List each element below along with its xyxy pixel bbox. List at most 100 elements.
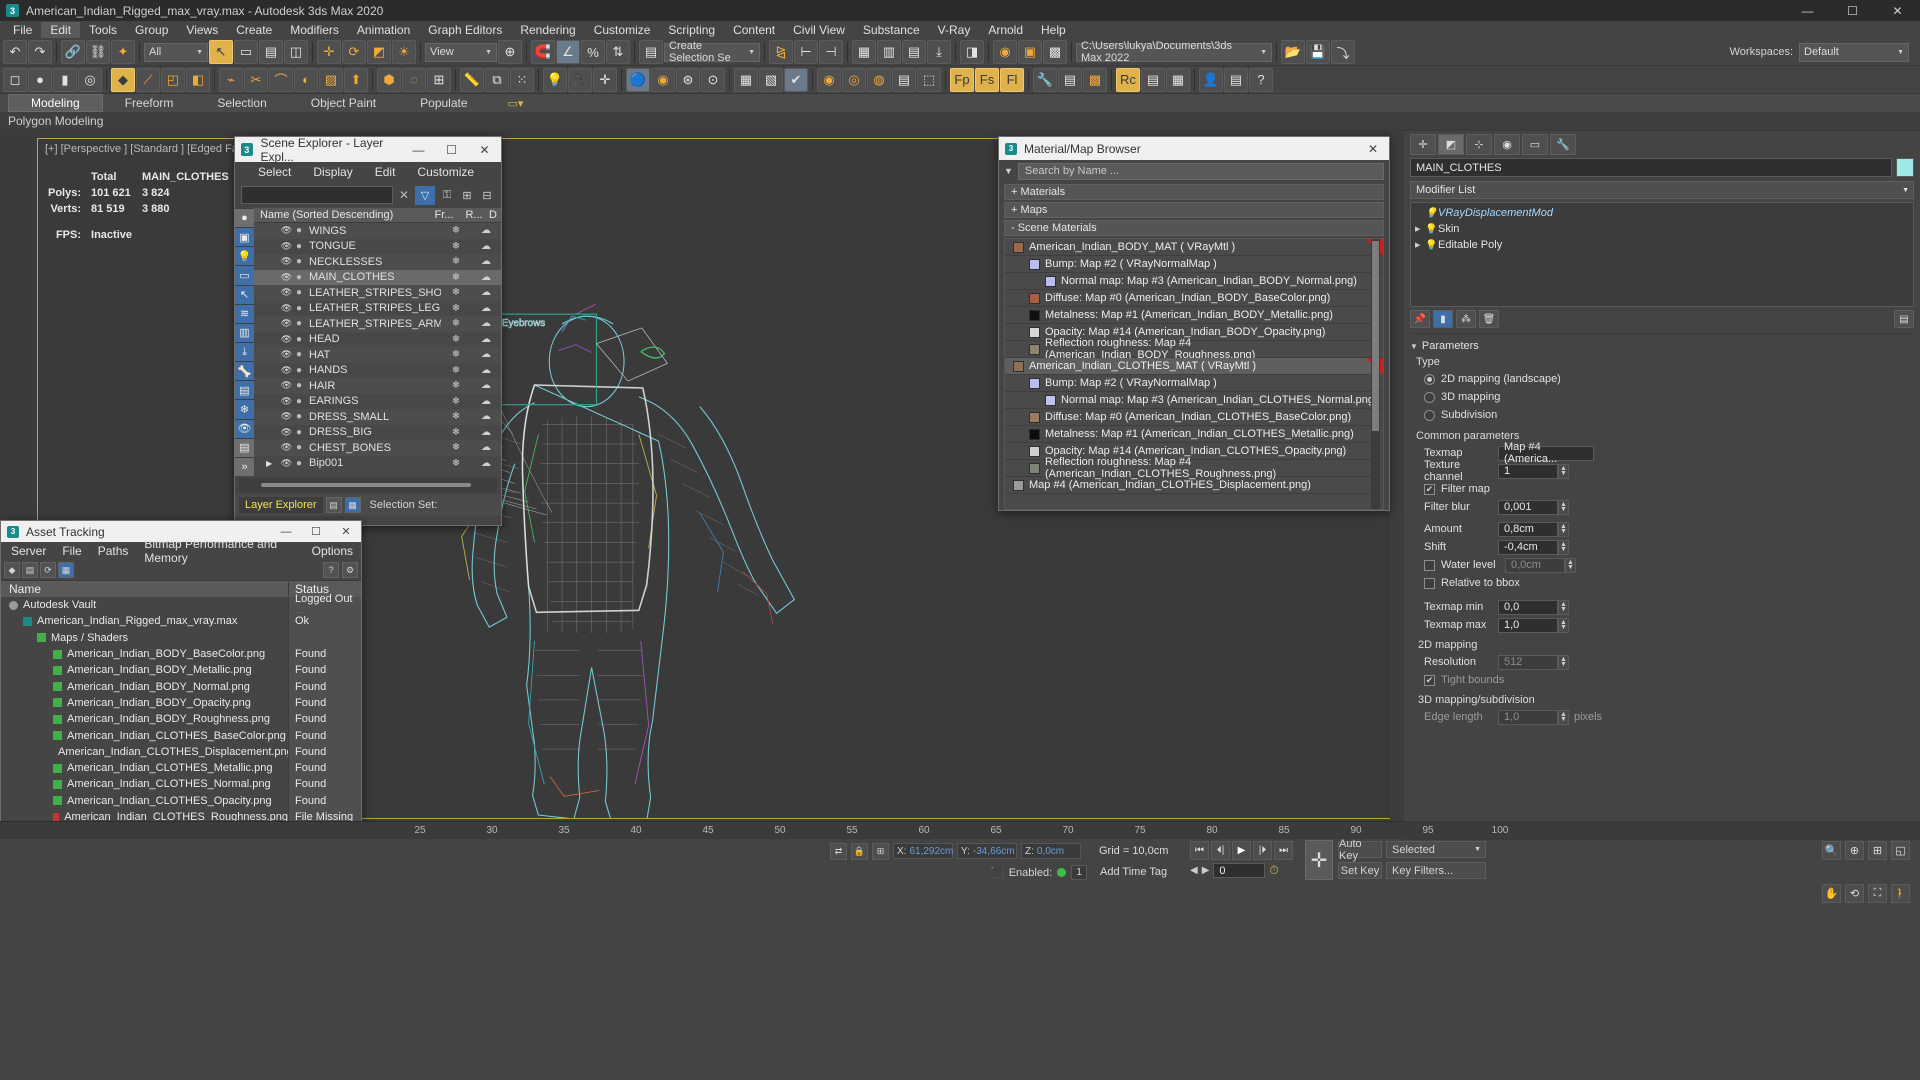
asset-row[interactable]: Maps / Shaders xyxy=(1,629,361,646)
substance-fp-icon[interactable]: Fp xyxy=(950,67,974,92)
parameters-rollout-header[interactable]: ▼ Parameters xyxy=(1410,338,1914,354)
frozen-cell[interactable]: ❄ xyxy=(441,241,471,252)
inset-icon[interactable]: ▨ xyxy=(319,67,343,92)
cylinder-icon[interactable]: ▮ xyxy=(53,67,77,92)
vray-tool-2-icon[interactable]: ◉ xyxy=(651,67,675,92)
menu-item-create[interactable]: Create xyxy=(227,22,281,38)
field-of-view-icon[interactable]: ◱ xyxy=(1891,841,1910,860)
arnold-4-icon[interactable]: ▤ xyxy=(892,67,916,92)
viewport-vertical-scrollbar[interactable] xyxy=(1390,131,1404,821)
percent-snap-icon[interactable]: % xyxy=(581,40,605,64)
vray-light-lister-icon[interactable]: ▧ xyxy=(759,67,783,92)
asset-row[interactable]: American_Indian_CLOTHES_Opacity.png Found xyxy=(1,792,361,809)
arnold-3-icon[interactable]: ◍ xyxy=(867,67,891,92)
panel-grid-icon[interactable]: ▦ xyxy=(1166,67,1190,92)
import-icon[interactable]: ⤵ xyxy=(1331,40,1355,64)
snapshot-icon[interactable]: ⧉ xyxy=(485,67,509,92)
column-name[interactable]: Name (Sorted Descending) xyxy=(260,209,429,221)
material-tree-node[interactable]: Metalness: Map #1 (American_Indian_CLOTH… xyxy=(1005,426,1383,443)
clear-search-icon[interactable]: ✕ xyxy=(397,188,411,202)
frozen-cell[interactable]: ❄ xyxy=(441,287,471,298)
scene-explorer-menu-edit[interactable]: Edit xyxy=(364,164,407,180)
named-selection-combo[interactable]: Create Selection Se ▼ xyxy=(664,40,760,64)
material-browser-close[interactable]: ✕ xyxy=(1357,137,1389,160)
menu-item-animation[interactable]: Animation xyxy=(348,22,419,38)
ribbon-tab-modeling[interactable]: Modeling xyxy=(8,94,103,112)
modifier-enable-icon[interactable]: 💡 xyxy=(1425,240,1438,251)
menu-item-civil-view[interactable]: Civil View xyxy=(784,22,854,38)
maximize-viewport-icon[interactable]: ⛶ xyxy=(1868,884,1887,903)
modifier-stack-entry[interactable]: 💡 VRayDisplacementMod xyxy=(1411,205,1913,221)
filter-icon[interactable]: ▽ xyxy=(415,185,435,205)
coord-y-field[interactable]: Y: -34,66cm xyxy=(957,843,1017,859)
edit-named-selection-icon[interactable]: ▤ xyxy=(639,40,663,64)
search-dropdown-arrow-icon[interactable]: ▼ xyxy=(1004,166,1013,176)
water-level-value[interactable]: 0,0cm xyxy=(1505,557,1565,573)
tight-bounds-checkbox[interactable]: ✔ xyxy=(1424,674,1435,686)
minimize-button[interactable]: — xyxy=(1785,0,1830,21)
menu-item-customize[interactable]: Customize xyxy=(585,22,660,38)
add-time-tag-label[interactable]: Add Time Tag xyxy=(1100,866,1167,878)
zoom-extents-icon[interactable]: ⊞ xyxy=(1868,841,1887,860)
undo-icon[interactable]: ↶ xyxy=(3,40,27,64)
asset-row[interactable]: American_Indian_Rigged_max_vray.max Ok xyxy=(1,613,361,630)
material-section-materials[interactable]: + Materials xyxy=(1004,184,1384,200)
menu-item-file[interactable]: File xyxy=(4,22,41,38)
edge-length-value[interactable]: 1,0 xyxy=(1498,709,1558,725)
asset-tracking-rows[interactable]: Autodesk Vault Logged Out ... American_Ind… xyxy=(1,593,361,826)
select-link-icon[interactable]: 🔗 xyxy=(61,40,85,64)
zoom-all-icon[interactable]: ⊕ xyxy=(1845,841,1864,860)
angle-snap-icon[interactable]: ∠ xyxy=(556,40,580,64)
enabled-count[interactable]: 1 xyxy=(1071,865,1088,880)
utilities-tab-icon[interactable]: 🔧 xyxy=(1550,134,1576,155)
material-search-input[interactable]: Search by Name ... xyxy=(1017,162,1384,180)
configure-modifier-sets-icon[interactable]: ▤ xyxy=(1894,310,1914,328)
render-cell[interactable]: ☁ xyxy=(471,349,501,360)
frozen-cell[interactable]: ❄ xyxy=(441,256,471,267)
shift-spinner[interactable]: ▲ ▼ xyxy=(1558,539,1569,555)
play-animation-icon[interactable]: ▶ xyxy=(1232,841,1251,860)
scene-explorer-row[interactable]: 👁 ● WINGS ❄ ☁ xyxy=(254,223,501,239)
asset-tracking-maximize[interactable]: ☐ xyxy=(301,521,331,542)
modifier-stack-entry[interactable]: ▶ 💡 Skin xyxy=(1411,221,1913,237)
filter-blur-value[interactable]: 0,001 xyxy=(1498,499,1558,515)
visibility-eye-icon[interactable]: 👁 xyxy=(280,241,293,252)
asset-row[interactable]: American_Indian_CLOTHES_BaseColor.png Fou… xyxy=(1,727,361,744)
visibility-eye-icon[interactable]: 👁 xyxy=(280,458,293,469)
menu-item-rendering[interactable]: Rendering xyxy=(511,22,584,38)
visibility-eye-icon[interactable]: 👁 xyxy=(280,380,293,391)
shift-value[interactable]: -0,4cm xyxy=(1498,539,1558,555)
filter-more-icon[interactable]: » xyxy=(235,457,254,476)
texture-channel-value[interactable]: 1 xyxy=(1498,463,1558,479)
material-editor-icon[interactable]: ◉ xyxy=(993,40,1017,64)
asset-help-icon[interactable]: ? xyxy=(323,562,339,578)
scene-explorer-menu-select[interactable]: Select xyxy=(247,164,302,180)
frozen-cell[interactable]: ❄ xyxy=(441,303,471,314)
column-frozen[interactable]: Fr... xyxy=(429,209,459,221)
tool-grid-icon[interactable]: ▩ xyxy=(1083,67,1107,92)
type-radio[interactable] xyxy=(1424,391,1435,403)
material-tree-node[interactable]: Bump: Map #2 ( VRayNormalMap ) xyxy=(1005,256,1383,273)
render-cell[interactable]: ☁ xyxy=(471,365,501,376)
border-select-icon[interactable]: ◰ xyxy=(161,67,185,92)
explorer-mode-layer-icon[interactable]: ▦ xyxy=(344,497,361,513)
filter-particles-icon[interactable]: ❄ xyxy=(235,400,254,419)
filter-all-icon[interactable]: ● xyxy=(235,209,254,228)
render-dot-icon[interactable]: ● xyxy=(293,411,305,422)
open-file-icon[interactable]: 📂 xyxy=(1281,40,1305,64)
scene-explorer-row[interactable]: 👁 ● MAIN_CLOTHES ❄ ☁ xyxy=(254,269,501,285)
material-tree-node[interactable]: Diffuse: Map #0 (American_Indian_CLOTHES… xyxy=(1005,409,1383,426)
redo-icon[interactable]: ↷ xyxy=(28,40,52,64)
modifier-stack[interactable]: 💡 VRayDisplacementMod ▶ 💡 Skin ▶ 💡 Editable Pol… xyxy=(1410,202,1914,307)
polygon-select-icon[interactable]: ◆ xyxy=(111,67,135,92)
menu-item-substance[interactable]: Substance xyxy=(854,22,929,38)
asset-menu-paths[interactable]: Paths xyxy=(90,543,137,559)
resolution-value[interactable]: 512 xyxy=(1498,654,1558,670)
resolution-spinner[interactable]: ▲ ▼ xyxy=(1558,654,1569,670)
material-tree-node[interactable]: Reflection roughness: Map #4 (American_I… xyxy=(1005,456,1383,480)
water-level-spinner[interactable]: ▲ ▼ xyxy=(1565,557,1576,573)
scene-explorer-row[interactable]: 👁 ● CHEST_BONES ❄ ☁ xyxy=(254,440,501,456)
asset-paths-icon[interactable]: ▦ xyxy=(58,562,74,578)
render-dot-icon[interactable]: ● xyxy=(293,380,305,391)
asset-row[interactable]: American_Indian_BODY_Metallic.png Found xyxy=(1,662,361,679)
